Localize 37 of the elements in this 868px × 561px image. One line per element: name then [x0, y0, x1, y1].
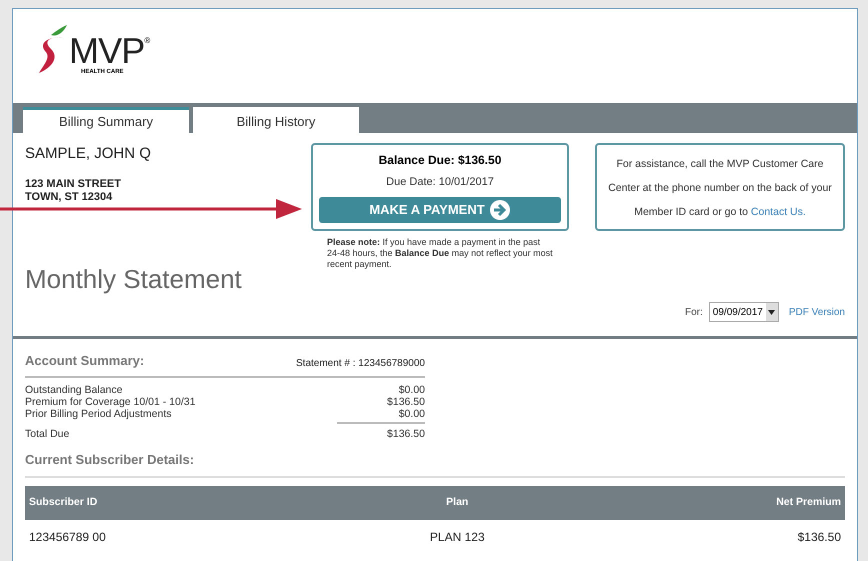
summary-label: Prior Billing Period Adjustments — [25, 408, 172, 420]
address-line: 123 MAIN STREET — [25, 178, 122, 190]
summary-amount: $0.00 — [398, 384, 425, 396]
address-line: TOWN, ST 12304 — [25, 190, 114, 204]
logo-wordmark: MVP — [69, 33, 144, 69]
total-label: Total Due — [25, 426, 70, 442]
summary-amount: $0.00 — [398, 408, 425, 420]
tab[interactable]: Billing Summary — [23, 107, 189, 133]
summary-amount: $136.50 — [387, 396, 425, 408]
contact-link[interactable]: Contact Us. — [750, 206, 806, 218]
column-header: Plan — [340, 486, 574, 520]
tab[interactable]: Billing History — [193, 107, 359, 133]
for-label: For: — [685, 306, 703, 320]
account-summary-heading: Account Summary: — [25, 352, 144, 370]
arrow-right-icon — [488, 198, 511, 221]
balance-due: Balance Due: $136.50 — [378, 152, 502, 169]
subscriber-details-heading: Current Subscriber Details: — [25, 450, 845, 478]
dropdown-caret-icon — [768, 310, 776, 314]
table-cell: 123456789 00 — [25, 520, 341, 554]
statement-date-select[interactable]: 09/09/2017 — [708, 302, 779, 322]
summary-label: Outstanding Balance — [25, 384, 122, 396]
member-name: SAMPLE, JOHN Q — [25, 144, 152, 164]
summary-label: Premium for Coverage 10/01 - 10/31 — [25, 396, 196, 408]
assistance-text: For assistance, call the MVP Customer Care Center at the phone number on the back of your Member ID card or go to Contact Us. — [608, 158, 832, 218]
column-header: Subscriber ID — [25, 486, 341, 520]
table-cell: PLAN 123 — [340, 520, 574, 554]
payment-note: Please note: If you have made a payment in the past 24-48 hours, the Balance Due may not reflect your most recent payment. — [326, 237, 554, 270]
due-date: Due Date: 10/01/2017 — [386, 175, 494, 190]
make-payment-button[interactable]: MAKE A PAYMENT — [319, 196, 561, 223]
column-header: Net Premium — [574, 486, 845, 520]
pdf-version-link[interactable]: PDF Version — [788, 304, 845, 320]
total-amount: $136.50 — [387, 426, 425, 442]
page-title: Monthly Statement — [25, 262, 243, 296]
registered-mark: ® — [144, 37, 150, 45]
logo-icon — [37, 23, 67, 75]
statement-number: Statement # : 123456789000 — [296, 356, 425, 370]
table-cell: $136.50 — [574, 520, 845, 554]
